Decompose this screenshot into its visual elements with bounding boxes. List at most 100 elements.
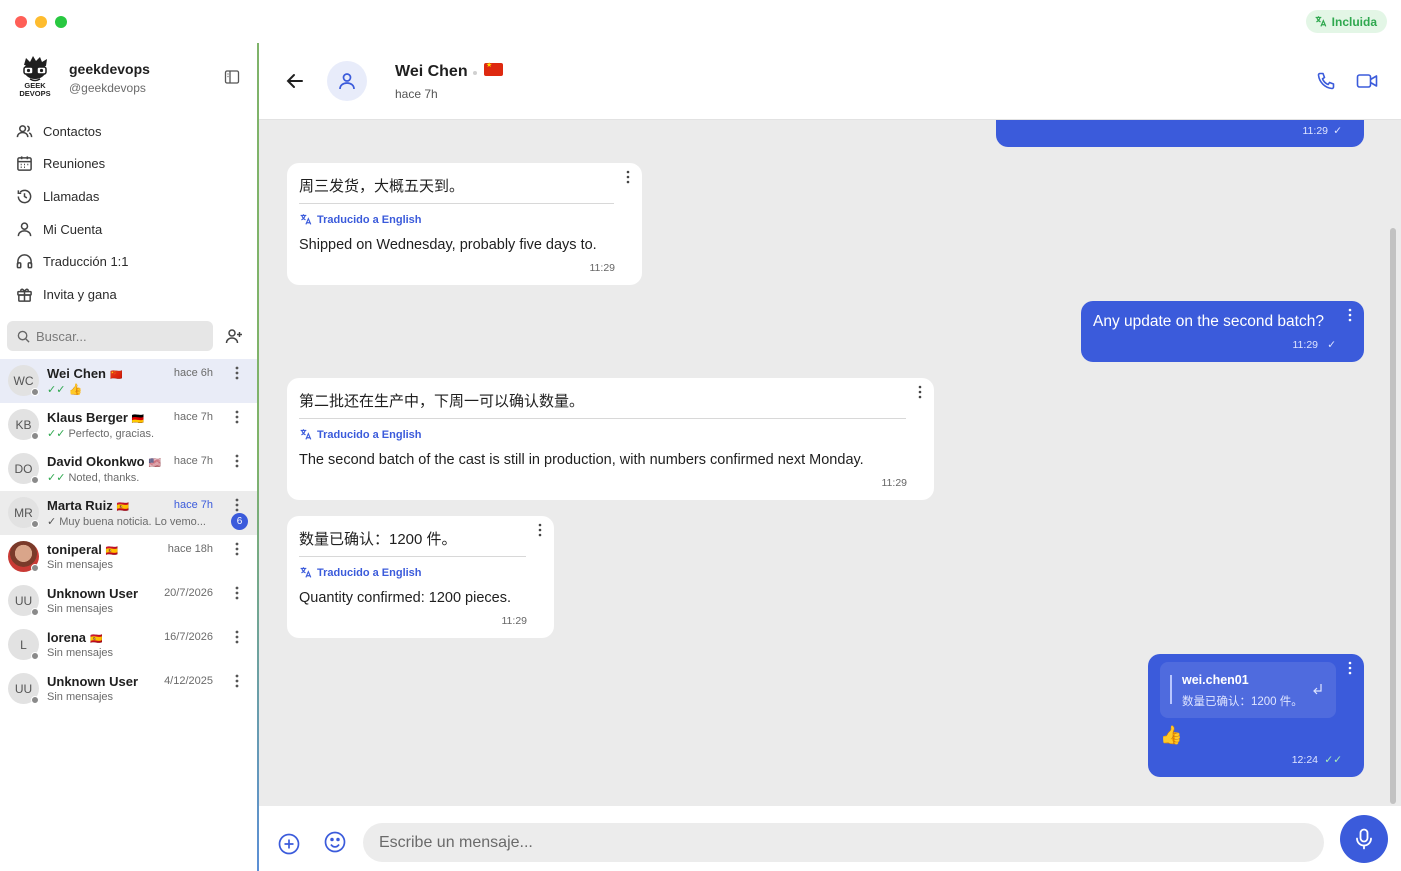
message-time: 11:29 [589, 262, 616, 274]
translation-label: Traducido a English [299, 566, 422, 579]
message-time: 11:29 [501, 615, 528, 627]
calendar-icon [17, 156, 32, 172]
message-text: 👍 [1160, 725, 1183, 745]
quoted-reply[interactable]: wei.chen01 数量已确认：1200 件。 [1160, 662, 1336, 718]
contact-name-row: Unknown User [47, 674, 138, 689]
preview-text: Sin mensajes [47, 647, 114, 659]
history-icon [17, 189, 32, 204]
translation-label: Traducido a English [299, 213, 422, 226]
phone-call-icon[interactable] [1316, 71, 1336, 91]
flag-icon: 🇪🇸 [90, 634, 103, 645]
more-vertical-icon[interactable] [234, 454, 240, 468]
avatar-initials: UU [14, 681, 33, 696]
search-input[interactable] [36, 328, 206, 344]
translate-icon [1315, 16, 1326, 27]
more-vertical-icon[interactable] [1348, 308, 1352, 322]
preview-text: 👍 [68, 384, 83, 396]
presence-dot [31, 388, 39, 396]
contact-item-david-okonkwo[interactable]: DO David Okonkwo 🇺🇸 ✓✓ Noted, thanks. hace… [0, 447, 257, 491]
contact-name: lorena [47, 630, 87, 645]
contact-item-lorena[interactable]: L lorena 🇪🇸 Sin mensajes 16/7/2026 [0, 623, 257, 667]
emoji-icon[interactable] [324, 831, 346, 853]
voice-message-button[interactable] [1340, 815, 1388, 863]
preview-text: Noted, thanks. [68, 472, 140, 484]
avatar: UU [8, 585, 39, 616]
contact-preview: Sin mensajes [47, 603, 225, 615]
included-badge[interactable]: Incluida [1305, 10, 1387, 33]
avatar-initials: KB [15, 417, 32, 432]
more-vertical-icon[interactable] [1348, 661, 1352, 675]
flag-icon: 🇪🇸 [105, 546, 119, 557]
chat-last-seen: hace 7h [395, 87, 438, 101]
nav-item-traduccion[interactable]: Traducción 1:1 [0, 245, 257, 278]
message-incoming[interactable]: 第二批还在生产中，下周一可以确认数量。 Traducido a English … [287, 378, 934, 500]
nav-item-reuniones[interactable]: Reuniones [0, 148, 257, 181]
unread-badge: 6 [231, 513, 248, 530]
add-contact-icon[interactable] [225, 327, 243, 345]
contact-item-klaus-berger[interactable]: KB Klaus Berger 🇩🇪 ✓✓ Perfecto, gracias. h… [0, 403, 257, 447]
contact-item-marta-ruiz[interactable]: MR Marta Ruiz 🇪🇸 ✓ Muy buena noticia. Lo v… [0, 491, 257, 535]
presence-dot [31, 608, 39, 616]
presence-dot [31, 520, 39, 528]
preview-text: Sin mensajes [47, 559, 114, 571]
add-attachment-icon[interactable] [278, 833, 300, 855]
more-vertical-icon[interactable] [918, 385, 922, 399]
message-input[interactable] [363, 823, 1324, 862]
avatar-initials: MR [14, 505, 33, 520]
more-vertical-icon[interactable] [234, 630, 240, 644]
more-vertical-icon[interactable] [234, 410, 240, 424]
close-window-button[interactable] [15, 16, 27, 28]
back-arrow-icon[interactable] [285, 71, 305, 91]
contact-preview: ✓✓ Perfecto, gracias. [47, 427, 225, 440]
message-outgoing-reply[interactable]: wei.chen01 数量已确认：1200 件。 👍 12:24 ✓✓ [1148, 654, 1364, 777]
message-outgoing-cropped[interactable]: 11:29 ✓ [996, 120, 1364, 147]
contact-time: 4/12/2025 [164, 675, 213, 687]
search-icon [17, 330, 30, 343]
more-vertical-icon[interactable] [234, 586, 240, 600]
more-vertical-icon[interactable] [234, 498, 240, 512]
message-incoming[interactable]: 数量已确认：1200 件。 Traducido a English Quanti… [287, 516, 554, 638]
more-vertical-icon[interactable] [626, 170, 630, 184]
avatar: WC [8, 365, 39, 396]
contact-name-row: Unknown User [47, 586, 138, 601]
preview-text: Perfecto, gracias. [68, 428, 155, 440]
search-row [7, 321, 252, 351]
more-vertical-icon[interactable] [538, 523, 542, 537]
collapse-sidebar-icon[interactable] [224, 69, 240, 85]
more-vertical-icon[interactable] [234, 366, 240, 380]
nav-item-invita[interactable]: Invita y gana [0, 278, 257, 311]
presence-dot [31, 476, 39, 484]
nav-item-contactos[interactable]: Contactos [0, 115, 257, 148]
nav-item-llamadas[interactable]: Llamadas [0, 180, 257, 213]
contact-item-wei-chen[interactable]: WC Wei Chen 🇨🇳 ✓✓ 👍 hace 6h [0, 359, 257, 403]
maximize-window-button[interactable] [55, 16, 67, 28]
more-vertical-icon[interactable] [234, 542, 240, 556]
message-time: 11:29 [1302, 125, 1329, 137]
translate-icon [300, 214, 312, 225]
preview-text: Muy buena noticia. Lo vemo... [59, 516, 206, 528]
more-vertical-icon[interactable] [234, 674, 240, 688]
translated-text: The second batch of the cast is still in… [299, 452, 864, 468]
message-outgoing[interactable]: Any update on the second batch? 11:29 ✓ [1081, 301, 1364, 362]
contact-name: Unknown User [47, 586, 139, 601]
message-incoming[interactable]: 周三发货，大概五天到。 Traducido a English Shipped … [287, 163, 642, 285]
scrollbar[interactable] [1390, 228, 1396, 804]
video-call-icon[interactable] [1356, 72, 1378, 90]
main-nav: Contactos Reuniones Llamadas Mi Cuenta T… [0, 115, 257, 311]
contact-item-unknown-user-2[interactable]: UU Unknown User Sin mensajes 4/12/2025 [0, 667, 257, 711]
minimize-window-button[interactable] [35, 16, 47, 28]
preview-text: Sin mensajes [47, 691, 114, 703]
nav-item-label: Mi Cuenta [43, 221, 103, 237]
chat-header: Wei Chen hace 7h [259, 43, 1401, 120]
translation-divider [299, 418, 906, 419]
nav-item-mi-cuenta[interactable]: Mi Cuenta [0, 213, 257, 246]
contact-name: Unknown User [47, 674, 139, 689]
chat-avatar[interactable] [327, 61, 367, 101]
contact-item-toniperal[interactable]: toniperal 🇪🇸 Sin mensajes hace 18h [0, 535, 257, 579]
search-box[interactable] [7, 321, 213, 351]
contact-item-unknown-user[interactable]: UU Unknown User Sin mensajes 20/7/2026 [0, 579, 257, 623]
translated-text: Shipped on Wednesday, probably five days… [299, 237, 597, 253]
translation-label: Traducido a English [299, 428, 422, 441]
quoted-author: wei.chen01 [1182, 673, 1249, 687]
contact-name-row: Marta Ruiz 🇪🇸 [47, 498, 129, 513]
